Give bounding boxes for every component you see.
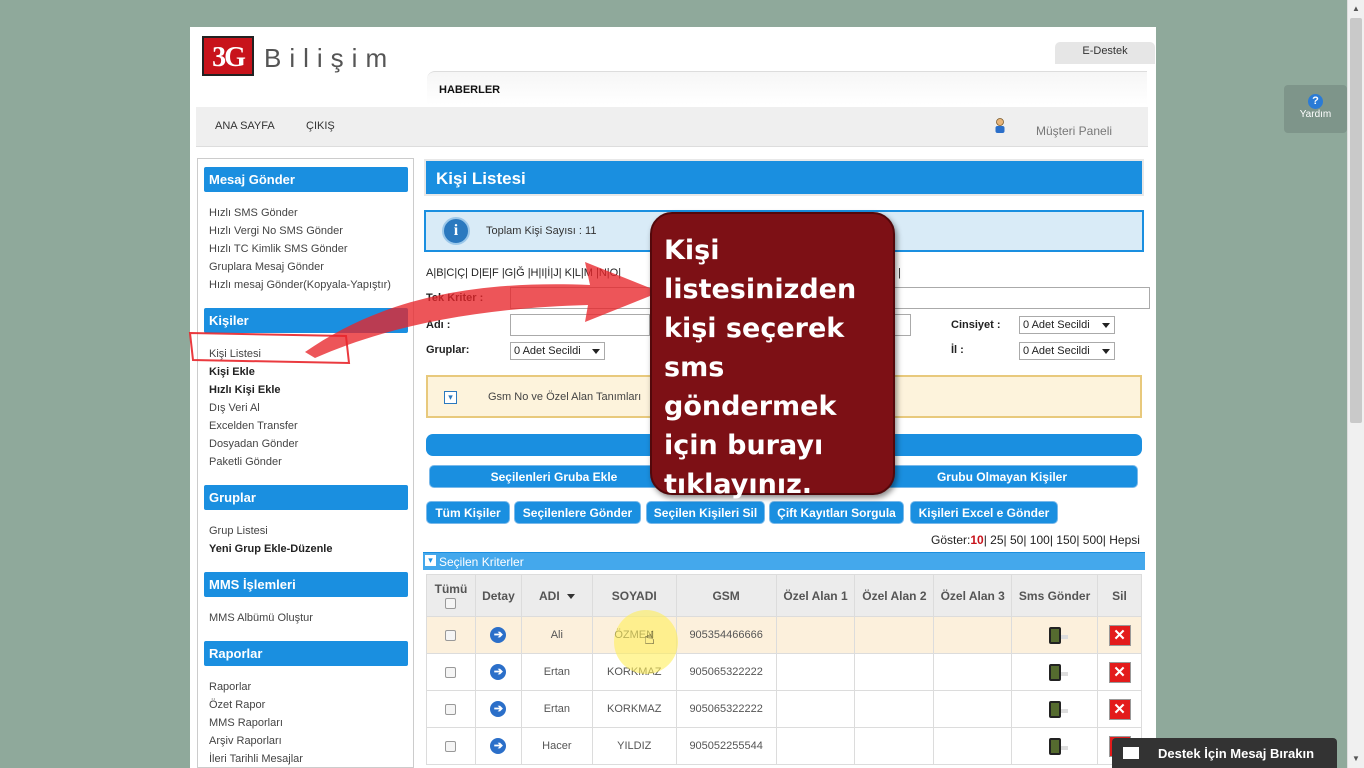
support-chat-button[interactable]: Destek İçin Mesaj Bırakın — [1112, 738, 1337, 768]
tutorial-callout: Kişi listesinizden kişi seçerek sms gönd… — [650, 212, 895, 500]
support-chat-label: Destek İçin Mesaj Bırakın — [1158, 746, 1315, 761]
envelope-icon — [1123, 747, 1139, 759]
